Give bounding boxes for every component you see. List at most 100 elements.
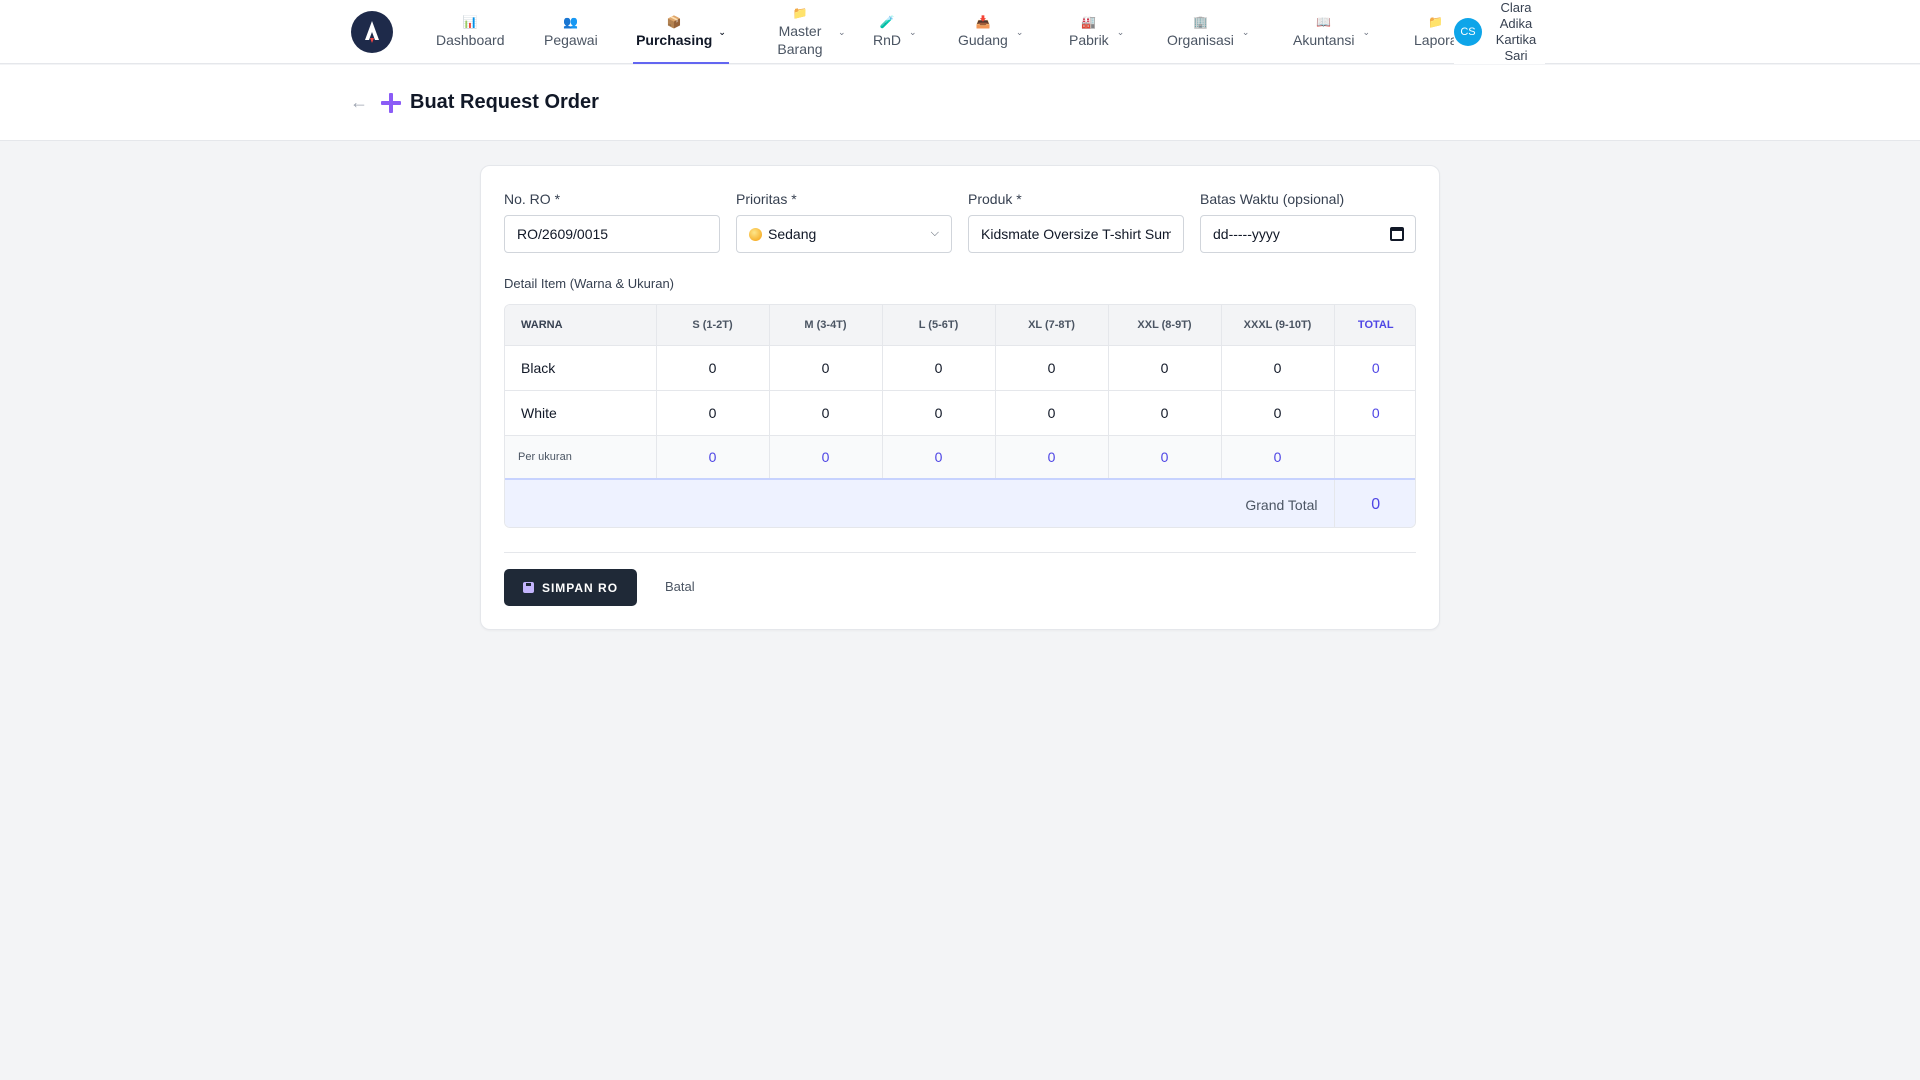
produk-input[interactable]: Kidsmate Oversize T-shirt Summer	[968, 215, 1184, 253]
app-logo[interactable]	[351, 11, 393, 53]
no-ro-label: No. RO *	[504, 191, 561, 207]
chevron-down-icon: ⌄	[718, 26, 726, 37]
package-icon: 📦	[666, 15, 682, 29]
page-title: Buat Request Order	[410, 91, 599, 113]
no-ro-input[interactable]: RO/2609/0015	[504, 215, 720, 253]
nav-item-pegawai[interactable]: 👥 Pegawai	[544, 0, 598, 64]
qty-cell[interactable]: 0	[995, 390, 1109, 436]
qty-cell[interactable]: 0	[656, 390, 770, 436]
chevron-down-icon: ⌄	[1362, 26, 1371, 37]
column-header: L (5-6T)	[882, 305, 996, 346]
nav-item-master-barang[interactable]: 📁 Master Barang ⌄	[770, 0, 846, 64]
request-order-form: No. RO * RO/2609/0015 Prioritas * Sedang…	[480, 165, 1440, 630]
per-size-label: Per ukuran	[505, 435, 657, 480]
row-total: 0	[1334, 390, 1415, 436]
row-total: 0	[1334, 345, 1415, 391]
book-icon: 📖	[1316, 15, 1332, 29]
floppy-disk-icon	[522, 582, 534, 593]
inbox-icon: 📥	[975, 15, 991, 29]
size-color-grid: WARNA S (1-2T) M (3-4T) L (5-6T) XL (7-8…	[504, 304, 1416, 528]
nav-label: Gudang	[958, 32, 1008, 48]
nav-item-laporan[interactable]: 📁 Lapora	[1414, 0, 1458, 64]
column-header: XXXL (9-10T)	[1221, 305, 1335, 346]
grand-total-value: 0	[1334, 478, 1415, 527]
nav-label: Master Barang	[777, 23, 823, 57]
save-ro-button[interactable]: SIMPAN RO	[504, 569, 637, 606]
user-name: Clara Adika Kartika Sari	[1495, 0, 1537, 63]
nav-container: 📊 Dashboard 👥 Pegawai 📦 Purchasing ⌄ 📁 M…	[351, 0, 1566, 64]
qty-cell[interactable]: 0	[656, 345, 770, 391]
column-header: M (3-4T)	[769, 305, 883, 346]
nav-label: RnD	[873, 32, 902, 48]
test-tube-icon: 🧪	[879, 15, 895, 29]
empty-cell	[1334, 435, 1415, 480]
size-total: 0	[656, 435, 770, 480]
column-header: XXL (8-9T)	[1108, 305, 1222, 346]
color-name: White	[505, 390, 657, 436]
top-navbar: 📊 Dashboard 👥 Pegawai 📦 Purchasing ⌄ 📁 M…	[0, 0, 1920, 64]
nav-item-organisasi[interactable]: 🏢 Organisasi ⌄	[1167, 0, 1249, 64]
qty-cell[interactable]: 0	[1221, 345, 1335, 391]
people-icon: 👥	[563, 15, 579, 29]
factory-icon: 🏭	[1081, 15, 1097, 29]
chevron-down-icon: ⌄	[909, 26, 917, 37]
table-header-row: WARNA S (1-2T) M (3-4T) L (5-6T) XL (7-8…	[505, 305, 1415, 346]
nav-item-dashboard[interactable]: 📊 Dashboard	[436, 0, 505, 64]
chevron-down-icon: ⌵	[930, 227, 939, 239]
no-ro-value: RO/2609/0015	[517, 226, 609, 242]
nav-label: Akuntansi	[1293, 32, 1355, 48]
prioritas-label: Prioritas *	[736, 191, 797, 207]
per-size-total-row: Per ukuran 0 0 0 0 0 0	[505, 435, 1415, 480]
nav-label: Organisasi	[1167, 32, 1234, 48]
calendar-icon[interactable]	[1390, 227, 1404, 241]
divider	[504, 552, 1416, 553]
batas-waktu-placeholder: dd-----yyyy	[1213, 226, 1280, 242]
avatar: CS	[1454, 18, 1482, 46]
nav-label: Purchasing	[636, 32, 713, 48]
qty-cell[interactable]: 0	[882, 345, 996, 391]
size-total: 0	[1108, 435, 1222, 480]
size-total: 0	[1221, 435, 1335, 480]
qty-cell[interactable]: 0	[1108, 390, 1222, 436]
back-arrow-icon[interactable]: ←	[350, 92, 368, 113]
nav-label: Lapora	[1414, 32, 1458, 48]
column-header: TOTAL	[1334, 305, 1415, 346]
produk-label: Produk *	[968, 191, 1022, 207]
color-name: Black	[505, 345, 657, 391]
chevron-down-icon: ⌄	[1116, 26, 1125, 37]
plus-icon	[380, 92, 402, 114]
detail-item-table: WARNA S (1-2T) M (3-4T) L (5-6T) XL (7-8…	[505, 305, 1415, 527]
qty-cell[interactable]: 0	[882, 390, 996, 436]
qty-cell[interactable]: 0	[1108, 345, 1222, 391]
size-total: 0	[769, 435, 883, 480]
batas-waktu-label: Batas Waktu (opsional)	[1200, 191, 1345, 207]
detail-item-label: Detail Item (Warna & Ukuran)	[504, 276, 675, 291]
qty-cell[interactable]: 0	[1221, 390, 1335, 436]
table-row: Black 0 0 0 0 0 0 0	[505, 345, 1415, 391]
office-building-icon: 🏢	[1192, 15, 1208, 29]
cancel-button[interactable]: Batal	[665, 579, 695, 594]
nav-item-purchasing[interactable]: 📦 Purchasing ⌄	[633, 0, 729, 64]
chevron-down-icon: ⌄	[838, 26, 846, 37]
qty-cell[interactable]: 0	[769, 345, 883, 391]
produk-field: Produk * Kidsmate Oversize T-shirt Summe…	[968, 190, 1184, 253]
nav-item-pabrik[interactable]: 🏭 Pabrik ⌄	[1069, 0, 1124, 64]
prioritas-value: Sedang	[768, 226, 817, 242]
qty-cell[interactable]: 0	[769, 390, 883, 436]
qty-cell[interactable]: 0	[995, 345, 1109, 391]
nav-item-akuntansi[interactable]: 📖 Akuntansi ⌄	[1293, 0, 1370, 64]
user-menu[interactable]: CS Clara Adika Kartika Sari	[1454, 0, 1545, 64]
chevron-down-icon: ⌄	[1015, 26, 1024, 37]
nav-item-rnd[interactable]: 🧪 RnD ⌄	[873, 0, 917, 64]
grand-total-label: Grand Total	[505, 478, 1335, 527]
prioritas-field: Prioritas * Sedang ⌵	[736, 190, 952, 253]
batas-waktu-field: Batas Waktu (opsional) dd-----yyyy	[1200, 190, 1416, 253]
prioritas-select[interactable]: Sedang ⌵	[736, 215, 952, 253]
chevron-down-icon: ⌄	[1241, 26, 1250, 37]
nav-item-gudang[interactable]: 📥 Gudang ⌄	[958, 0, 1023, 64]
nav-label: Pabrik	[1069, 32, 1109, 48]
nav-label: Dashboard	[436, 32, 505, 48]
batas-waktu-date-input[interactable]: dd-----yyyy	[1200, 215, 1416, 253]
column-header: WARNA	[505, 305, 657, 346]
column-header: S (1-2T)	[656, 305, 770, 346]
